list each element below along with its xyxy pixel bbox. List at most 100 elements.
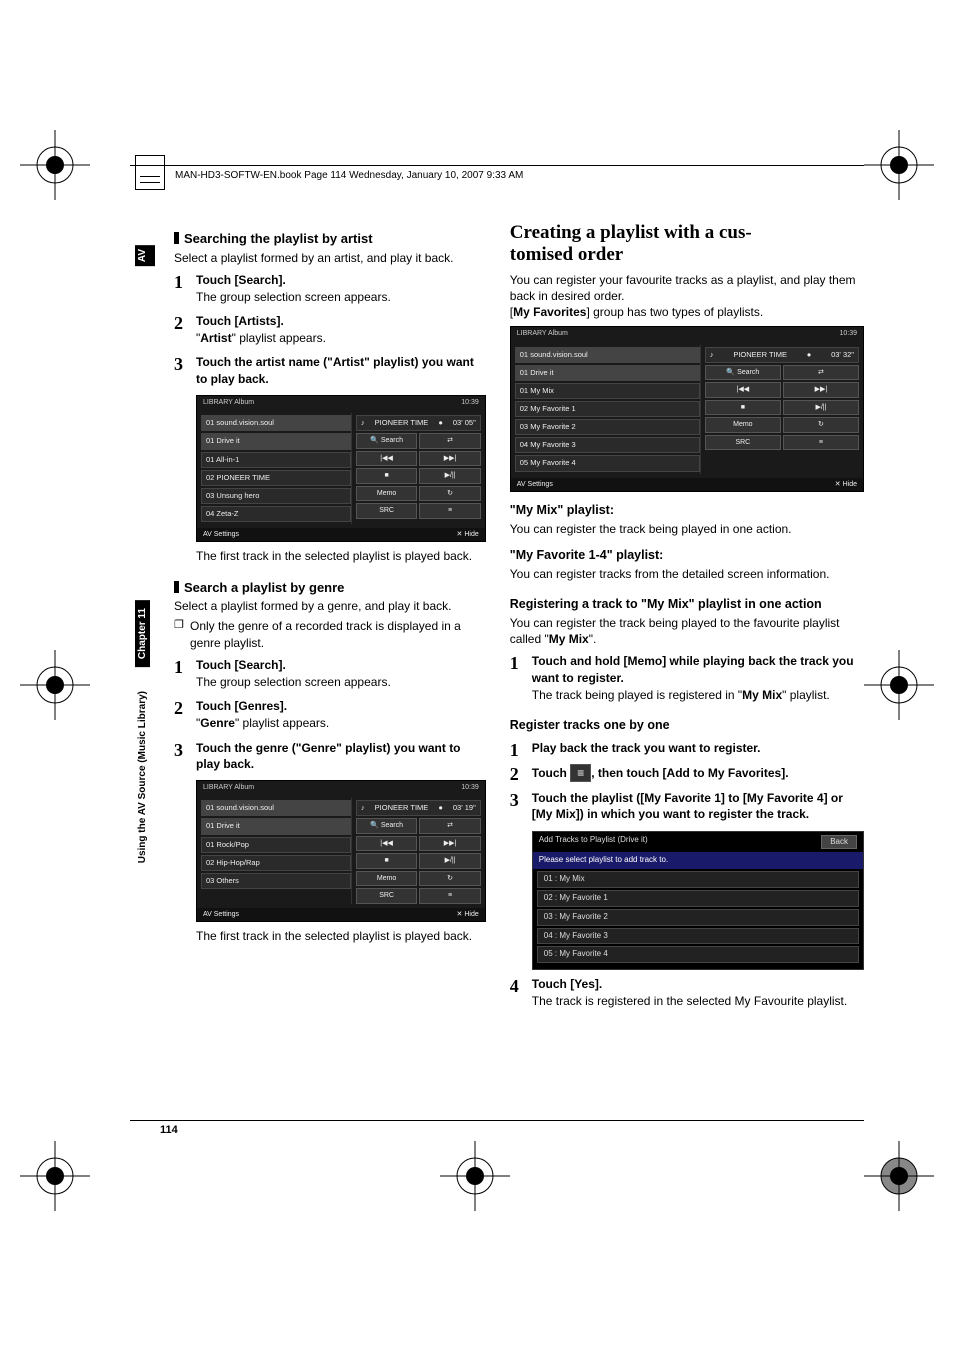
crop-mark-icon [864, 650, 934, 720]
steps-register-mymix: Touch and hold [Memo] while playing back… [510, 653, 864, 703]
crop-mark-icon [864, 1141, 934, 1211]
list-icon[interactable]: ≡ [570, 764, 591, 782]
prev-icon[interactable]: |◀◀ [356, 451, 417, 466]
search-button[interactable]: 🔍 Search [356, 433, 417, 448]
playpause-icon[interactable]: ▶/|| [419, 468, 480, 483]
para: The first track in the selected playlist… [174, 928, 486, 944]
para: Select a playlist formed by an artist, a… [174, 250, 486, 266]
heading-create-playlist: Creating a playlist with a cus- tomised … [510, 222, 864, 266]
step-body: "Artist" playlist appears. [196, 330, 486, 346]
shuffle-icon[interactable]: ⇄ [419, 818, 480, 833]
header-rule [130, 165, 864, 166]
repeat-icon[interactable]: ↻ [419, 871, 480, 886]
repeat-icon[interactable]: ↻ [783, 417, 859, 432]
shuffle-icon[interactable]: ⇄ [783, 365, 859, 380]
steps-register-one-cont: Touch [Yes]. The track is registered in … [510, 976, 864, 1009]
shuffle-icon[interactable]: ⇄ [419, 433, 480, 448]
list-item[interactable]: 05 : My Favorite 4 [537, 946, 859, 963]
stop-icon[interactable]: ■ [356, 468, 417, 483]
list-item[interactable]: 02 Hip-Hop/Rap [201, 855, 351, 871]
step-head: Touch [Yes]. [532, 976, 864, 992]
list-item[interactable]: 01 Rock/Pop [201, 837, 351, 853]
step-head: Touch [Search]. [196, 272, 486, 288]
step-body: The group selection screen appears. [196, 674, 486, 690]
stop-icon[interactable]: ■ [705, 400, 781, 415]
repeat-icon[interactable]: ↻ [419, 486, 480, 501]
para: You can register the track being played … [510, 521, 864, 537]
side-tab-section: Using the AV Source (Music Library) [135, 683, 150, 871]
steps-genre: Touch [Search]. The group selection scre… [174, 657, 486, 772]
list-item[interactable]: 01 : My Mix [537, 871, 859, 888]
src-button[interactable]: SRC [356, 888, 417, 903]
step-head: Play back the track you want to register… [532, 740, 864, 756]
list-item[interactable]: 02 : My Favorite 1 [537, 890, 859, 907]
crop-mark-icon [20, 1141, 90, 1211]
list-item[interactable]: 03 : My Favorite 2 [537, 909, 859, 926]
step-body: "Genre" playlist appears. [196, 715, 486, 731]
heading-search-genre: Search a playlist by genre [174, 579, 486, 597]
list-icon[interactable]: ≡ [419, 503, 480, 518]
hide-button[interactable]: ✕ Hide [457, 530, 479, 539]
para: You can register the track being played … [510, 615, 864, 647]
dialog-title: Add Tracks to Playlist (Drive it) [539, 835, 648, 850]
next-icon[interactable]: ▶▶| [419, 451, 480, 466]
list-item[interactable]: 02 PIONEER TIME [201, 470, 351, 486]
playpause-icon[interactable]: ▶/|| [783, 400, 859, 415]
prev-icon[interactable]: |◀◀ [356, 836, 417, 851]
heading-register-one: Register tracks one by one [510, 717, 864, 734]
hide-button[interactable]: ✕ Hide [835, 480, 857, 489]
book-header: MAN-HD3-SOFTW-EN.book Page 114 Wednesday… [175, 170, 523, 181]
memo-button[interactable]: Memo [356, 486, 417, 501]
memo-button[interactable]: Memo [356, 871, 417, 886]
note: Only the genre of a recorded track is di… [190, 618, 486, 650]
av-settings-button[interactable]: AV Settings [203, 530, 239, 539]
hide-button[interactable]: ✕ Hide [457, 910, 479, 919]
av-settings-button[interactable]: AV Settings [517, 480, 553, 489]
list-item[interactable]: 01 All-in-1 [201, 452, 351, 468]
crop-mark-icon [20, 130, 90, 200]
footer-rule [130, 1120, 864, 1121]
para: The first track in the selected playlist… [174, 548, 486, 564]
prev-icon[interactable]: |◀◀ [705, 382, 781, 397]
book-icon [135, 155, 165, 190]
list-item[interactable]: 04 Zeta-Z [201, 506, 351, 522]
step-head: Touch the playlist ([My Favorite 1] to [… [532, 790, 864, 822]
src-button[interactable]: SRC [356, 503, 417, 518]
search-button[interactable]: 🔍 Search [356, 818, 417, 833]
list-icon[interactable]: ≡ [783, 435, 859, 450]
list-item[interactable]: 05 My Favorite 4 [515, 455, 700, 471]
heading-myfav: "My Favorite 1-4" playlist: [510, 547, 864, 564]
heading-register-mymix: Registering a track to "My Mix" playlist… [510, 596, 864, 613]
step-body: The group selection screen appears. [196, 289, 486, 305]
page-number: 114 [160, 1124, 178, 1136]
list-item[interactable]: 03 Unsung hero [201, 488, 351, 504]
list-item[interactable]: 03 My Favorite 2 [515, 419, 700, 435]
crop-mark-icon [20, 650, 90, 720]
next-icon[interactable]: ▶▶| [419, 836, 480, 851]
playpause-icon[interactable]: ▶/|| [419, 853, 480, 868]
list-item[interactable]: 02 My Favorite 1 [515, 401, 700, 417]
list-item[interactable]: 04 : My Favorite 3 [537, 928, 859, 945]
memo-button[interactable]: Memo [705, 417, 781, 432]
back-button[interactable]: Back [821, 835, 857, 850]
next-icon[interactable]: ▶▶| [783, 382, 859, 397]
steps-register-one: Play back the track you want to register… [510, 740, 864, 823]
steps-artist: Touch [Search]. The group selection scre… [174, 272, 486, 387]
step-head: Touch [Artists]. [196, 313, 486, 329]
side-tabs: Chapter 11 Using the AV Source (Music Li… [135, 600, 160, 871]
para: [My Favorites] group has two types of pl… [510, 304, 864, 320]
dialog-subtitle: Please select playlist to add track to. [533, 852, 863, 869]
search-button[interactable]: 🔍 Search [705, 365, 781, 380]
list-item[interactable]: 04 My Favorite 3 [515, 437, 700, 453]
stop-icon[interactable]: ■ [356, 853, 417, 868]
screenshot-add-tracks: Add Tracks to Playlist (Drive it) Back P… [532, 831, 864, 971]
step-head: Touch the artist name ("Artist" playlist… [196, 354, 486, 386]
para: Select a playlist formed by a genre, and… [174, 598, 486, 614]
list-icon[interactable]: ≡ [419, 888, 480, 903]
src-button[interactable]: SRC [705, 435, 781, 450]
list-item[interactable]: 03 Others [201, 873, 351, 889]
para: You can register tracks from the detaile… [510, 566, 864, 582]
crop-mark-icon [864, 130, 934, 200]
list-item[interactable]: 01 My Mix [515, 383, 700, 399]
av-settings-button[interactable]: AV Settings [203, 910, 239, 919]
